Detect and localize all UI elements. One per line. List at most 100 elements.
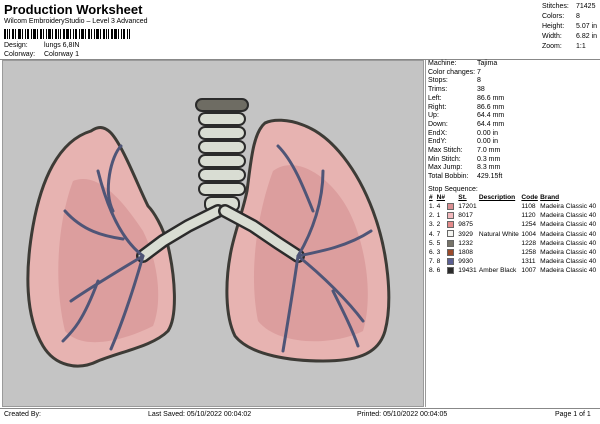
summary-label: Width: [542,33,562,40]
row-swatch [446,212,457,221]
row-brand: Madeira Classic 40 [540,221,597,229]
stat-label: Machine: [428,60,457,67]
row-needle: 6 [436,267,441,275]
summary-label: Zoom: [542,43,562,50]
row-description [478,249,521,258]
row-needle: 3 [436,248,441,256]
worksheet-title: Production Worksheet [4,2,143,17]
col-header-needle: N# [436,194,446,201]
row-stitches: 1232 [458,239,473,247]
col-header-code: Code [521,194,538,201]
summary-value: 71425 [576,3,596,10]
table-row: 8. 6 19431 Amber Black 1007 Madeira Classic 4… [428,267,598,276]
stop-sequence-table: # N# St. Description Code Brand 1. 4 17201… [428,194,598,276]
row-brand: Madeira Classic 40 [540,212,597,220]
lungs-embroidery-image [26,98,391,368]
row-description: Amber Black [478,267,517,275]
row-brand: Madeira Classic 40 [540,248,597,256]
row-code: 1228 [521,239,537,247]
row-needle: 7 [436,230,441,238]
table-row: 5. 5 1232 1228 Madeira Classic 40 [428,239,598,249]
color-swatch [447,221,455,229]
row-swatch [446,239,457,249]
row-code: 1120 [521,212,536,220]
row-brand: Madeira Classic 40 [540,267,597,275]
row-needle: 5 [436,239,441,247]
panel-divider [425,60,426,407]
row-stitches: 9875 [458,221,473,229]
stat-label: Min Stitch: [428,155,461,163]
row-code: 1108 [521,203,536,211]
row-swatch [446,267,457,276]
summary-row-height: Height: 5.07 in [542,22,598,32]
stat-value: 429.15ft [477,173,503,181]
stat-row: Total Bobbin: 429.15ft [428,173,598,182]
color-swatch [447,202,455,210]
row-brand: Madeira Classic 40 [540,239,597,247]
colorway-label: Colorway: [4,51,36,58]
stat-value: 86.6 mm [477,103,505,111]
stat-label: Left: [428,94,442,102]
stat-row: Machine: Tajima [428,60,598,69]
row-index: 6. [429,248,435,256]
col-header-swatch [446,194,457,203]
row-description [478,212,521,221]
summary-label: Height: [542,23,565,30]
summary-value: 6.82 in [576,33,598,40]
summary-row-stitches: Stitches: 71425 [542,2,598,12]
row-index: 8. [429,267,435,275]
row-stitches: 3929 [458,230,473,238]
color-swatch [447,230,455,238]
row-needle: 2 [436,221,441,229]
color-swatch [447,267,455,274]
color-swatch [447,239,455,247]
col-header-index: # [429,194,433,201]
table-row: 4. 7 3929 Natural White 1004 Madeira Classic … [428,230,598,239]
stat-row: EndY: 0.00 in [428,138,598,147]
row-swatch [446,248,457,258]
row-index: 7. [429,257,435,265]
stat-row: Max Jump: 8.3 mm [428,164,598,173]
row-description: Natural White [478,230,519,238]
stat-label: Right: [428,103,447,111]
row-description [478,221,521,230]
printed-date: Printed: 05/10/2022 00:04:05 [357,411,448,418]
created-by: Created By: [4,411,41,418]
row-index: 4. [429,230,435,238]
row-code: 1004 [521,230,537,238]
color-swatch [447,212,455,220]
row-brand: Madeira Classic 40 [540,257,597,265]
summary-panel: Stitches: 71425 Colors: 8 Height: 5.07 in W… [542,2,598,52]
stat-row: Trims: 38 [428,86,598,95]
summary-value: 8 [576,13,580,20]
col-header-brand: Brand [540,194,560,201]
row-needle: 4 [436,203,441,211]
row-code: 1007 [521,267,537,275]
stat-value: 64.4 mm [477,112,505,120]
summary-label: Colors: [542,13,565,20]
row-index: 5. [429,239,435,247]
col-header-stitches: St. [458,194,467,201]
table-row: 6. 3 1808 1258 Madeira Classic 40 [428,248,598,258]
stat-value: 8.3 mm [477,164,501,172]
row-index: 2. [429,212,435,220]
stat-label: Up: [428,112,439,120]
software-name: Wilcom EmbroideryStudio – Level 3 Advanc… [4,18,148,25]
row-needle: 1 [436,212,441,220]
row-stitches: 19431 [458,267,477,275]
row-swatch [446,221,457,230]
summary-label: Stitches: [542,3,569,10]
stat-row: Max Stitch: 7.0 mm [428,147,598,156]
row-index: 3. [429,221,435,229]
stat-label: Color changes: [428,68,476,76]
row-swatch [446,230,457,239]
stat-label: Max Stitch: [428,147,463,155]
stat-row: EndX: 0.00 in [428,130,598,139]
stat-row: Color changes: 7 [428,69,598,78]
row-code: 1258 [521,248,537,256]
stop-sequence-title: Stop Sequence: [428,186,478,193]
table-row: 3. 2 9875 1254 Madeira Classic 40 [428,221,598,230]
row-stitches: 9930 [458,257,473,265]
stat-row: Right: 86.6 mm [428,104,598,113]
trachea-rings [195,98,249,212]
